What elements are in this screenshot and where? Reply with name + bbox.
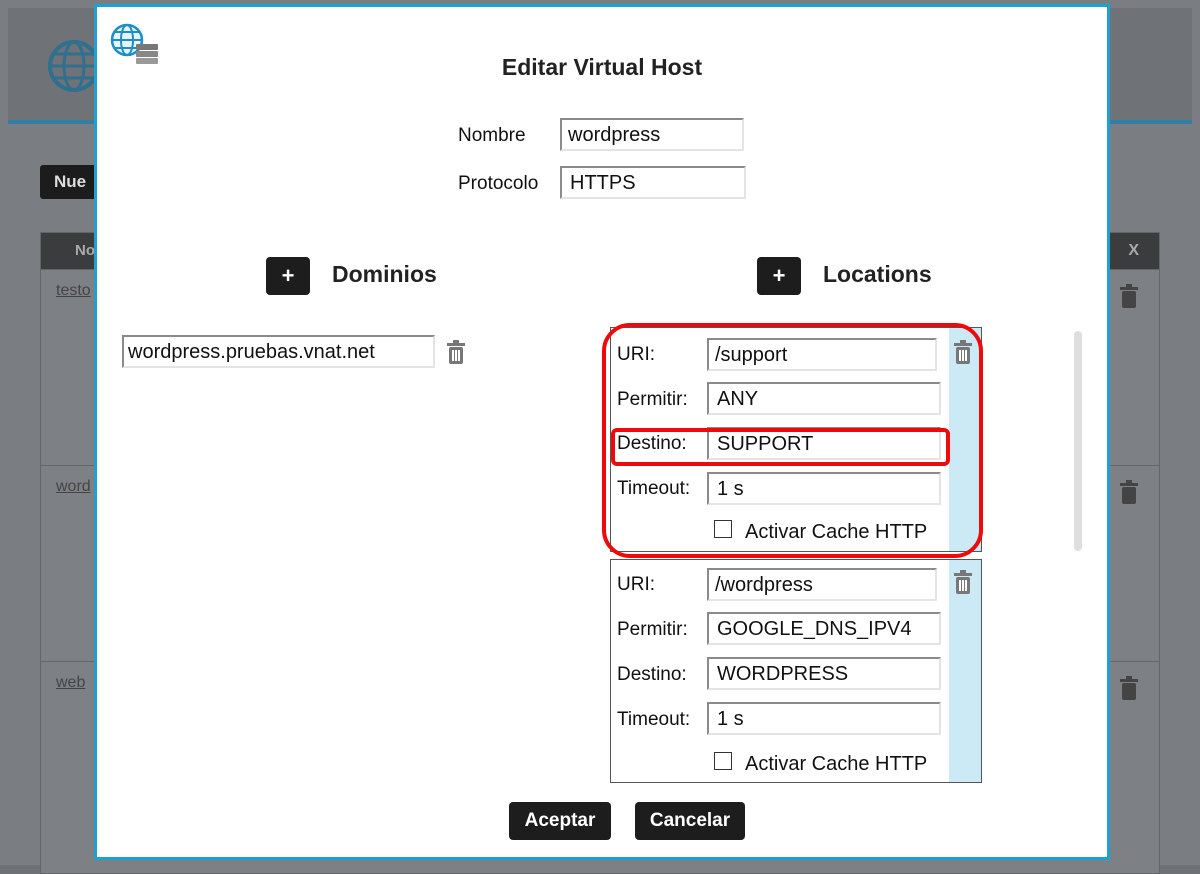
destino-label: Destino: [617,664,687,685]
protocol-input[interactable]: HTTPS [560,166,746,199]
trash-icon[interactable] [446,340,466,364]
accept-button[interactable]: Aceptar [509,802,611,840]
domain-input[interactable]: wordpress.pruebas.vnat.net [122,335,435,368]
permitir-input[interactable]: GOOGLE_DNS_IPV4 [707,612,941,645]
trash-icon[interactable] [1119,676,1139,700]
trash-icon[interactable] [1119,480,1139,504]
name-label: Nombre [458,125,526,146]
uri-label: URI: [617,574,655,595]
uri-input[interactable]: /wordpress [707,568,937,601]
timeout-label: Timeout: [617,709,691,730]
add-location-button[interactable]: + [757,257,801,295]
timeout-input[interactable]: 1 s [707,702,941,735]
trash-icon[interactable] [1119,284,1139,308]
edit-virtual-host-dialog: Editar Virtual Host Nombre wordpress Pro… [94,4,1110,860]
cache-label: Activar Cache HTTP [745,753,928,775]
highlight-destino-field [611,428,950,466]
dialog-title: Editar Virtual Host [501,54,703,80]
locations-scrollbar[interactable] [1074,331,1082,551]
name-input[interactable]: wordpress [560,118,744,151]
row-link[interactable]: word [56,478,91,496]
domains-title: Dominios [332,261,437,287]
locations-title: Locations [823,261,932,287]
row-link[interactable]: testo [56,282,91,300]
destino-input[interactable]: WORDPRESS [707,657,941,690]
location-card: URI: /wordpress Permitir: GOOGLE_DNS_IPV… [610,559,982,783]
table-header-name: No [75,242,95,259]
cache-checkbox[interactable] [714,752,732,770]
trash-icon[interactable] [953,570,973,594]
table-header-delete: X [1128,242,1139,259]
add-domain-button[interactable]: + [266,257,310,295]
permitir-label: Permitir: [617,619,688,640]
protocol-label: Protocolo [458,173,539,194]
cancel-button[interactable]: Cancelar [635,802,745,840]
row-link[interactable]: web [56,674,85,692]
